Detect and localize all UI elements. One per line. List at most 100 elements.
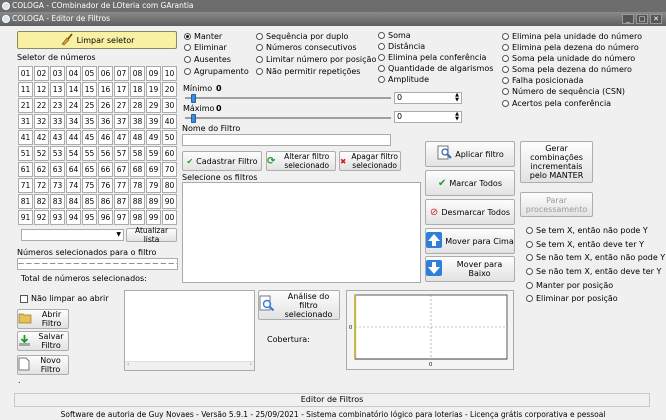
number-cell[interactable]: 65 (82, 162, 97, 177)
number-cell[interactable]: 38 (130, 114, 145, 129)
number-cell[interactable]: 54 (66, 146, 81, 161)
number-cell[interactable]: 28 (130, 98, 145, 113)
number-cell[interactable]: 12 (34, 82, 49, 97)
opt-numeros-consecutivos[interactable]: Números consecutivos (256, 43, 357, 52)
number-cell[interactable]: 55 (82, 146, 97, 161)
change-filter-button[interactable]: ⟳ Alterar filtro selecionado (266, 151, 336, 171)
number-cell[interactable]: 82 (34, 194, 49, 209)
opt-nao-repeticoes[interactable]: Não permitir repetições (256, 67, 360, 76)
opt-quantidade-algarismos[interactable]: Quantidade de algarismos (378, 64, 493, 73)
opt-amplitude[interactable]: Amplitude (378, 75, 429, 84)
number-cell[interactable]: 60 (162, 146, 177, 161)
number-cell[interactable]: 84 (66, 194, 81, 209)
number-cell[interactable]: 50 (162, 130, 177, 145)
number-cell[interactable]: 25 (82, 98, 97, 113)
number-cell[interactable]: 75 (82, 178, 97, 193)
maximum-slider-thumb[interactable] (191, 114, 196, 123)
number-cell[interactable]: 94 (66, 210, 81, 225)
number-cell[interactable]: 90 (162, 194, 177, 209)
number-cell[interactable]: 71 (18, 178, 33, 193)
mark-all-button[interactable]: ✔ Marcar Todos (425, 170, 515, 196)
clear-selector-button[interactable]: Limpar seletor (17, 31, 177, 49)
minimize-icon[interactable]: _ (622, 14, 634, 24)
number-cell[interactable]: 47 (114, 130, 129, 145)
delete-filter-button[interactable]: ✖ Apagar filtro selecionado (339, 151, 401, 171)
number-cell[interactable]: 86 (98, 194, 113, 209)
mode-ausentes[interactable]: Ausentes (184, 55, 231, 64)
filter-name-input[interactable] (182, 134, 391, 146)
number-cell[interactable]: 01 (18, 66, 33, 81)
number-cell[interactable]: 36 (98, 114, 113, 129)
move-down-button[interactable]: Mover para Baixo (425, 256, 515, 282)
opt-soma-dezena[interactable]: Soma pela dezena do número (502, 65, 632, 74)
number-cell[interactable]: 62 (34, 162, 49, 177)
number-cell[interactable]: 59 (146, 146, 161, 161)
opt-acertos-conferencia[interactable]: Acertos pela conferência (502, 99, 611, 108)
number-cell[interactable]: 48 (130, 130, 145, 145)
cond-nao-tem-x-deve-ter-y[interactable]: Se não tem X, então deve ter Y (526, 267, 661, 276)
number-cell[interactable]: 81 (18, 194, 33, 209)
number-cell[interactable]: 56 (98, 146, 113, 161)
number-cell[interactable]: 88 (130, 194, 145, 209)
minimum-spinner[interactable]: 0 ▲ ▼ (394, 92, 462, 104)
number-cell[interactable]: 23 (50, 98, 65, 113)
save-filter-button[interactable]: Salvar Filtro (17, 331, 69, 351)
number-cell[interactable]: 99 (146, 210, 161, 225)
spinner-arrows-icon[interactable]: ▲ ▼ (455, 112, 459, 122)
cond-tem-x-nao-pode-y[interactable]: Se tem X, então não pode Y (526, 226, 648, 235)
number-cell[interactable]: 10 (162, 66, 177, 81)
number-cell[interactable]: 51 (18, 146, 33, 161)
number-cell[interactable]: 61 (18, 162, 33, 177)
stop-processing-button[interactable]: Parar processamento (520, 192, 593, 217)
open-filter-button[interactable]: Abrir Filtro (17, 309, 69, 329)
number-cell[interactable]: 93 (50, 210, 65, 225)
number-cell[interactable]: 24 (66, 98, 81, 113)
mode-manter[interactable]: Manter (184, 32, 222, 41)
maximum-spinner[interactable]: 0 ▲ ▼ (394, 111, 462, 123)
numbers-list[interactable]: ‹ › (124, 290, 255, 371)
number-cell[interactable]: 74 (66, 178, 81, 193)
number-cell[interactable]: 73 (50, 178, 65, 193)
number-cell[interactable]: 02 (34, 66, 49, 81)
number-cell[interactable]: 33 (50, 114, 65, 129)
number-cell[interactable]: 53 (50, 146, 65, 161)
opt-soma[interactable]: Soma (378, 31, 411, 40)
number-cell[interactable]: 44 (66, 130, 81, 145)
number-cell[interactable]: 96 (98, 210, 113, 225)
unmark-all-button[interactable]: ⊘ Desmarcar Todos (425, 199, 515, 225)
number-cell[interactable]: 77 (114, 178, 129, 193)
number-cell[interactable]: 37 (114, 114, 129, 129)
number-cell[interactable]: 78 (130, 178, 145, 193)
number-cell[interactable]: 34 (66, 114, 81, 129)
number-cell[interactable]: 05 (82, 66, 97, 81)
new-filter-button[interactable]: Novo Filtro (17, 355, 69, 375)
number-cell[interactable]: 98 (130, 210, 145, 225)
horizontal-scrollbar[interactable]: ‹ › (125, 361, 254, 370)
opt-falha-posicionada[interactable]: Falha posicionada (502, 76, 583, 85)
number-cell[interactable]: 14 (66, 82, 81, 97)
cond-tem-x-deve-ter-y[interactable]: Se tem X, então deve ter Y (526, 240, 644, 249)
number-cell[interactable]: 19 (146, 82, 161, 97)
number-cell[interactable]: 03 (50, 66, 65, 81)
number-cell[interactable]: 16 (98, 82, 113, 97)
number-cell[interactable]: 18 (130, 82, 145, 97)
number-cell[interactable]: 00 (162, 210, 177, 225)
number-cell[interactable]: 76 (98, 178, 113, 193)
number-cell[interactable]: 06 (98, 66, 113, 81)
number-cell[interactable]: 35 (82, 114, 97, 129)
number-cell[interactable]: 92 (34, 210, 49, 225)
cond-nao-tem-x-nao-pode-y[interactable]: Se não tem X, então não pode Y (526, 253, 665, 262)
number-cell[interactable]: 91 (18, 210, 33, 225)
mode-agrupamento[interactable]: Agrupamento (184, 67, 249, 76)
number-cell[interactable]: 58 (130, 146, 145, 161)
minimum-slider-track[interactable] (185, 97, 391, 99)
generate-combinations-button[interactable]: Gerar combinações incrementais pelo MANT… (520, 141, 593, 183)
number-cell[interactable]: 08 (130, 66, 145, 81)
number-cell[interactable]: 39 (146, 114, 161, 129)
number-cell[interactable]: 43 (50, 130, 65, 145)
number-cell[interactable]: 40 (162, 114, 177, 129)
number-cell[interactable]: 27 (114, 98, 129, 113)
number-cell[interactable]: 20 (162, 82, 177, 97)
number-cell[interactable]: 32 (34, 114, 49, 129)
analyze-filter-button[interactable]: Análise do filtro selecionado (258, 290, 340, 320)
